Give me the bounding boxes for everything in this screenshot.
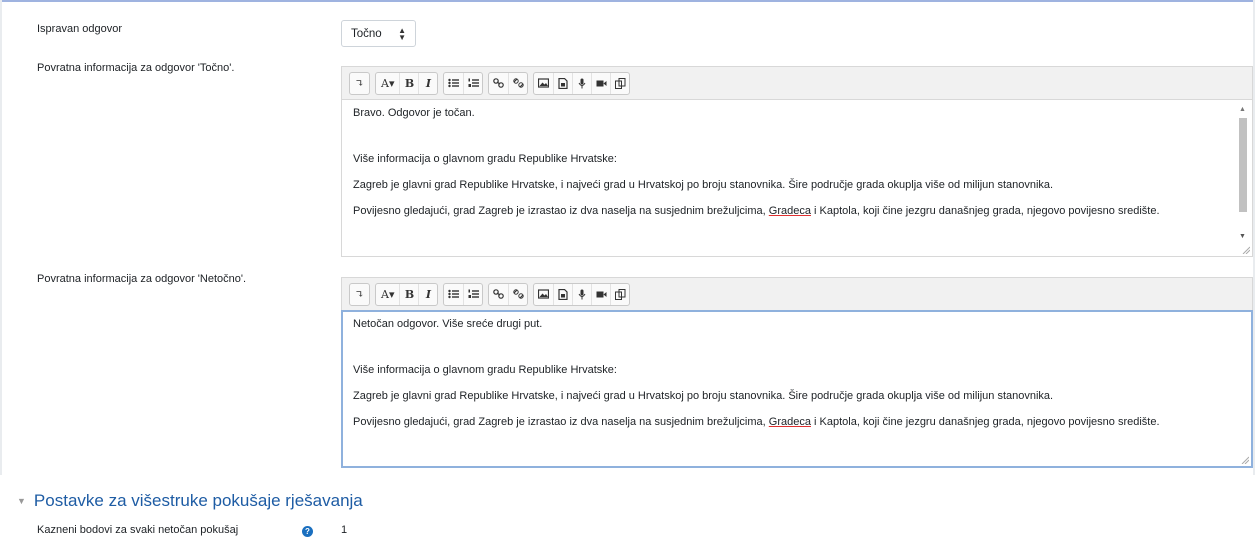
resize-handle-icon[interactable] <box>1241 456 1249 464</box>
unlink-icon[interactable] <box>508 283 527 305</box>
multiple-tries-section-header[interactable]: ▼ Postavke za višestruke pokušaje rješav… <box>17 491 363 511</box>
resize-handle-icon[interactable] <box>1242 246 1250 254</box>
link-icon[interactable] <box>489 73 508 94</box>
frame-left-border <box>0 0 2 475</box>
feedback-false-label: Povratna informacija za odgovor 'Netočno… <box>37 273 247 285</box>
penalty-value: 1 <box>341 524 348 536</box>
feedback-false-line4: Povijesno gledajući, grad Zagreb je izra… <box>353 416 1160 428</box>
feedback-true-label: Povratna informacija za odgovor 'Točno'. <box>37 62 235 74</box>
correct-answer-selected: Točno <box>351 27 382 40</box>
feedback-true-line1: Bravo. Odgovor je točan. <box>353 107 475 119</box>
feedback-false-editor: ↴ A▾ B I Netočan odgovor. Više sreće dru… <box>341 277 1253 468</box>
editor-toolbar: ↴ A▾ B I <box>341 277 1253 310</box>
scroll-down-icon[interactable]: ▼ <box>1239 233 1246 240</box>
select-arrows-icon: ▲ ▼ <box>398 26 406 42</box>
feedback-true-editor: ↴ A▾ B I Bravo. Odgovor je točan. Više i… <box>341 66 1253 257</box>
feedback-false-line1: Netočan odgovor. Više sreće drugi put. <box>353 318 543 330</box>
correct-answer-label: Ispravan odgovor <box>37 23 122 35</box>
record-audio-icon[interactable] <box>572 283 591 305</box>
manage-files-icon[interactable] <box>610 72 629 94</box>
bold-button[interactable]: B <box>399 283 418 305</box>
font-style-button[interactable]: A▾ <box>376 73 399 94</box>
bulleted-list-icon[interactable] <box>444 284 463 305</box>
penalty-label: Kazneni bodovi za svaki netočan pokušaj <box>37 524 239 536</box>
feedback-false-content[interactable]: Netočan odgovor. Više sreće drugi put. V… <box>341 310 1253 468</box>
feedback-true-line2: Više informacija o glavnom gradu Republi… <box>353 153 617 165</box>
show-more-icon[interactable]: ↴ <box>350 73 369 94</box>
show-more-icon[interactable]: ↴ <box>350 284 369 305</box>
font-style-button[interactable]: A▾ <box>376 284 399 305</box>
feedback-false-line3: Zagreb je glavni grad Republike Hrvatske… <box>353 390 1054 402</box>
record-video-icon[interactable] <box>591 283 610 305</box>
collapse-chevron-icon[interactable]: ▼ <box>17 496 26 506</box>
record-audio-icon[interactable] <box>572 72 591 94</box>
feedback-true-line4: Povijesno gledajući, grad Zagreb je izra… <box>353 205 1160 217</box>
help-icon[interactable]: ? <box>302 526 313 537</box>
numbered-list-icon[interactable] <box>463 72 482 94</box>
correct-answer-select[interactable]: Točno ▲ ▼ <box>341 20 416 47</box>
link-icon[interactable] <box>489 284 508 305</box>
section-title: Postavke za višestruke pokušaje rješavan… <box>33 491 363 510</box>
image-icon[interactable] <box>534 73 553 94</box>
editor-toolbar: ↴ A▾ B I <box>341 66 1253 99</box>
numbered-list-icon[interactable] <box>463 283 482 305</box>
record-video-icon[interactable] <box>591 72 610 94</box>
unlink-icon[interactable] <box>508 72 527 94</box>
italic-button[interactable]: I <box>418 72 437 94</box>
scrollbar-thumb[interactable] <box>1239 118 1247 212</box>
media-icon[interactable] <box>553 283 572 305</box>
frame-top-border <box>0 0 1255 2</box>
vertical-scrollbar[interactable]: ▲ ▼ <box>1238 106 1248 240</box>
feedback-true-line3: Zagreb je glavni grad Republike Hrvatske… <box>353 179 1054 191</box>
bold-button[interactable]: B <box>399 72 418 94</box>
feedback-true-content[interactable]: Bravo. Odgovor je točan. Više informacij… <box>341 99 1253 257</box>
italic-button[interactable]: I <box>418 283 437 305</box>
bulleted-list-icon[interactable] <box>444 73 463 94</box>
feedback-false-line2: Više informacija o glavnom gradu Republi… <box>353 364 617 376</box>
image-icon[interactable] <box>534 284 553 305</box>
scroll-up-icon[interactable]: ▲ <box>1239 106 1246 113</box>
manage-files-icon[interactable] <box>610 283 629 305</box>
media-icon[interactable] <box>553 72 572 94</box>
